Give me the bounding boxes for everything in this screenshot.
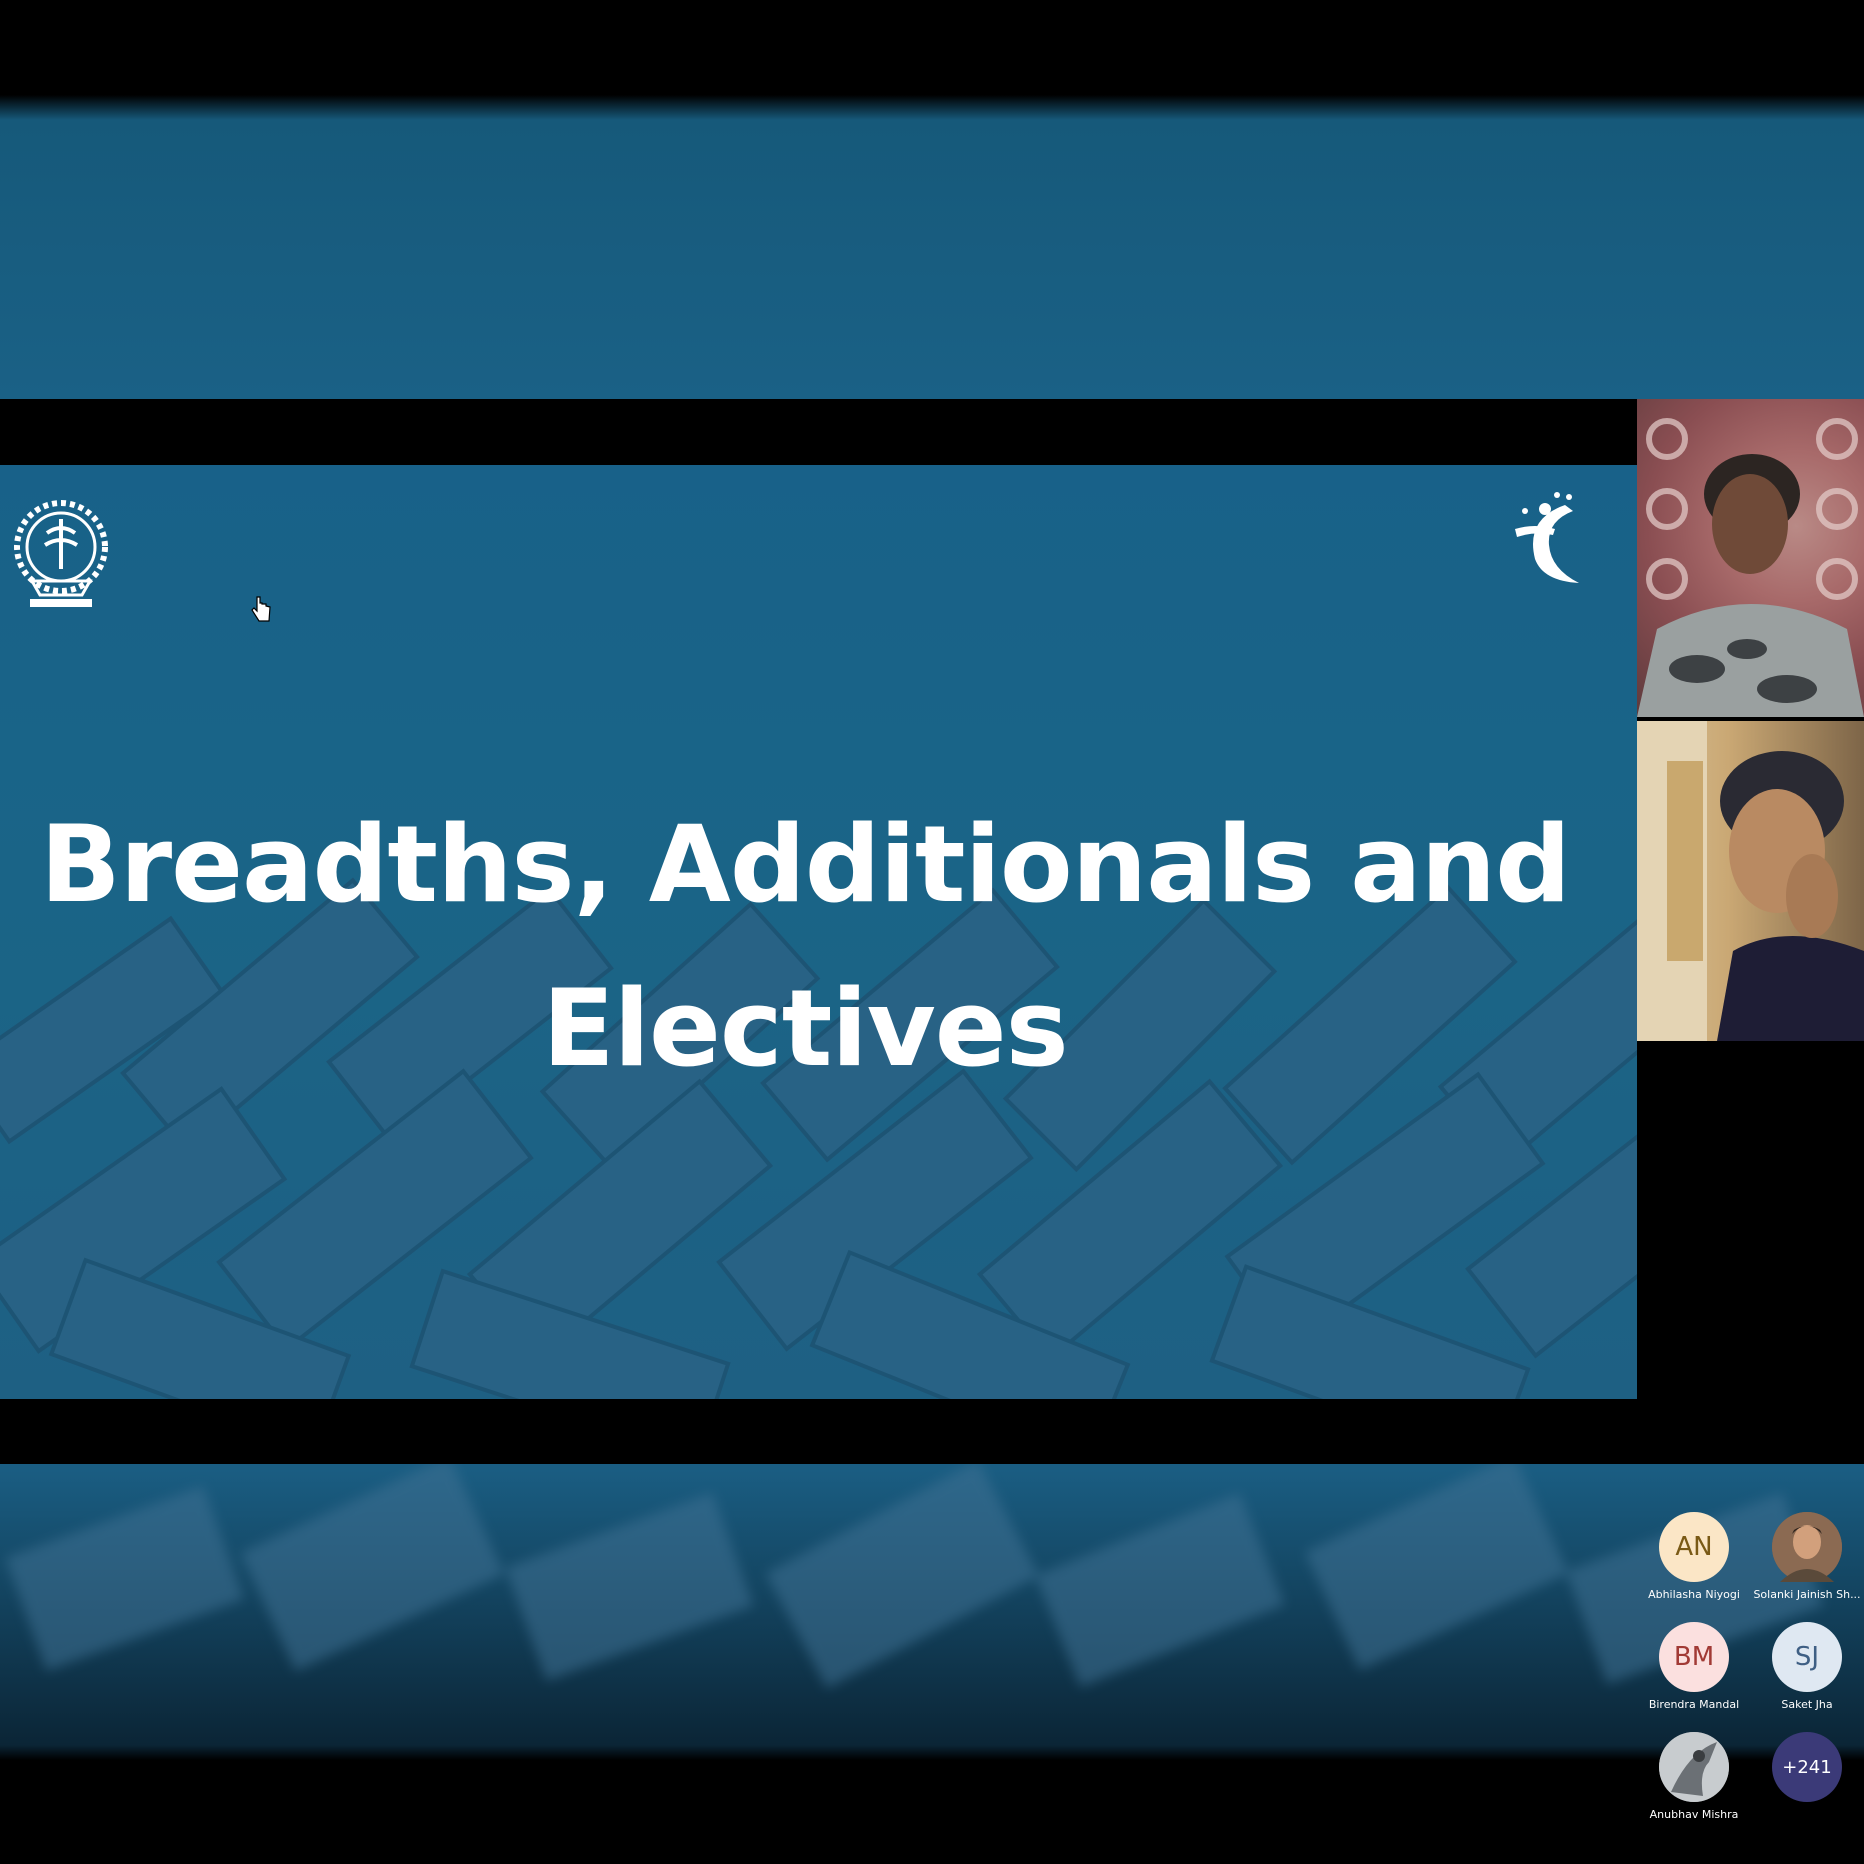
participant-2[interactable]: Solanki Jainish Sh... — [1752, 1512, 1862, 1601]
participant-video-1-image — [1637, 418, 1864, 717]
more-participants-button[interactable]: +241 — [1752, 1732, 1862, 1802]
avatar — [1772, 1512, 1842, 1582]
participant-name: Saket Jha — [1781, 1698, 1833, 1711]
avatar-photo-icon — [1772, 1512, 1842, 1582]
participant-video-tile-2[interactable] — [1637, 721, 1864, 1041]
participant-5[interactable]: Anubhav Mishra — [1639, 1732, 1749, 1821]
shared-screen-stage: Breadths, Additionals and Electives — [0, 399, 1637, 1464]
avatar: BM — [1659, 1622, 1729, 1692]
hand-cursor-icon — [251, 596, 271, 622]
participant-name: Anubhav Mishra — [1649, 1808, 1739, 1821]
society-logo-icon — [1515, 492, 1579, 583]
participant-video-tile-1[interactable] — [1637, 399, 1864, 717]
slide-title: Breadths, Additionals and Electives — [0, 783, 1610, 1111]
slide-title-line-2: Electives — [542, 967, 1069, 1090]
participant-1[interactable]: AN Abhilasha Niyogi — [1639, 1512, 1749, 1601]
more-participants-count: +241 — [1772, 1732, 1842, 1802]
participant-3[interactable]: BM Birendra Mandal — [1639, 1622, 1749, 1711]
avatar: AN — [1659, 1512, 1729, 1582]
presentation-slide: Breadths, Additionals and Electives — [0, 465, 1637, 1399]
participant-name: Solanki Jainish Sh... — [1753, 1588, 1861, 1601]
participant-4[interactable]: SJ Saket Jha — [1752, 1622, 1862, 1711]
slide-title-line-1: Breadths, Additionals and — [40, 803, 1571, 926]
participant-name: Abhilasha Niyogi — [1648, 1588, 1740, 1601]
avatar-photo-icon — [1659, 1732, 1729, 1802]
participant-video-2-image — [1637, 721, 1864, 1041]
avatar: SJ — [1772, 1622, 1842, 1692]
background-books-image — [5, 1460, 1824, 1689]
avatar — [1659, 1732, 1729, 1802]
participants-panel: AN Abhilasha Niyogi Solanki Jainish Sh..… — [1637, 399, 1864, 1821]
institute-logo-icon — [14, 500, 108, 607]
participant-name: Birendra Mandal — [1648, 1698, 1740, 1711]
